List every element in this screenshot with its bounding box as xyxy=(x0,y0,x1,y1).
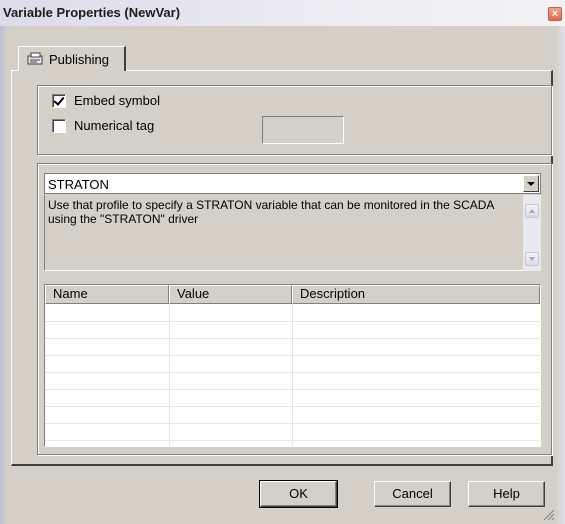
ok-button[interactable]: OK xyxy=(259,480,338,508)
table-row xyxy=(45,372,540,373)
window-title: Variable Properties (NewVar) xyxy=(3,5,181,20)
column-divider xyxy=(292,304,293,446)
numerical-tag-field[interactable] xyxy=(262,116,344,144)
window-left-edge xyxy=(0,26,7,524)
table-row xyxy=(45,338,540,339)
column-header-description[interactable]: Description xyxy=(292,285,540,304)
table-header: Name Value Description xyxy=(45,285,540,304)
profile-description-text: Use that profile to specify a STRATON va… xyxy=(48,198,494,226)
table-row xyxy=(45,389,540,390)
close-button[interactable]: × xyxy=(548,7,562,21)
cancel-button[interactable]: Cancel xyxy=(374,481,451,507)
tab-publishing[interactable]: Publishing xyxy=(18,46,126,71)
scroll-down-icon[interactable] xyxy=(525,252,539,266)
variable-properties-dialog: Variable Properties (NewVar) × Publishin… xyxy=(0,0,565,524)
numerical-tag-checkbox[interactable] xyxy=(52,119,66,133)
table-row xyxy=(45,321,540,322)
embed-symbol-label: Embed symbol xyxy=(74,93,160,108)
profile-selected-value: STRATON xyxy=(48,177,109,192)
profile-dropdown[interactable]: STRATON xyxy=(44,173,541,194)
column-header-value[interactable]: Value xyxy=(169,285,292,304)
description-scrollbar[interactable] xyxy=(523,195,541,271)
table-row xyxy=(45,423,540,424)
help-button[interactable]: Help xyxy=(468,481,545,507)
scroll-up-icon[interactable] xyxy=(525,204,539,218)
table-row xyxy=(45,406,540,407)
numerical-tag-label: Numerical tag xyxy=(74,118,155,133)
table-row xyxy=(45,440,540,441)
table-body[interactable] xyxy=(45,304,540,446)
title-bar[interactable]: Variable Properties (NewVar) × xyxy=(0,0,565,26)
column-divider xyxy=(169,304,170,446)
properties-table[interactable]: Name Value Description xyxy=(44,284,541,447)
embed-symbol-checkbox[interactable] xyxy=(52,94,66,108)
dropdown-arrow-icon[interactable] xyxy=(523,175,539,192)
column-header-name[interactable]: Name xyxy=(45,285,169,304)
table-row xyxy=(45,355,540,356)
tab-publishing-label: Publishing xyxy=(49,52,109,67)
publishing-icon xyxy=(27,52,43,65)
resize-grip-icon[interactable] xyxy=(543,509,555,521)
profile-description-box: Use that profile to specify a STRATON va… xyxy=(44,195,541,271)
window-right-edge xyxy=(556,26,565,524)
close-icon: × xyxy=(551,8,559,20)
